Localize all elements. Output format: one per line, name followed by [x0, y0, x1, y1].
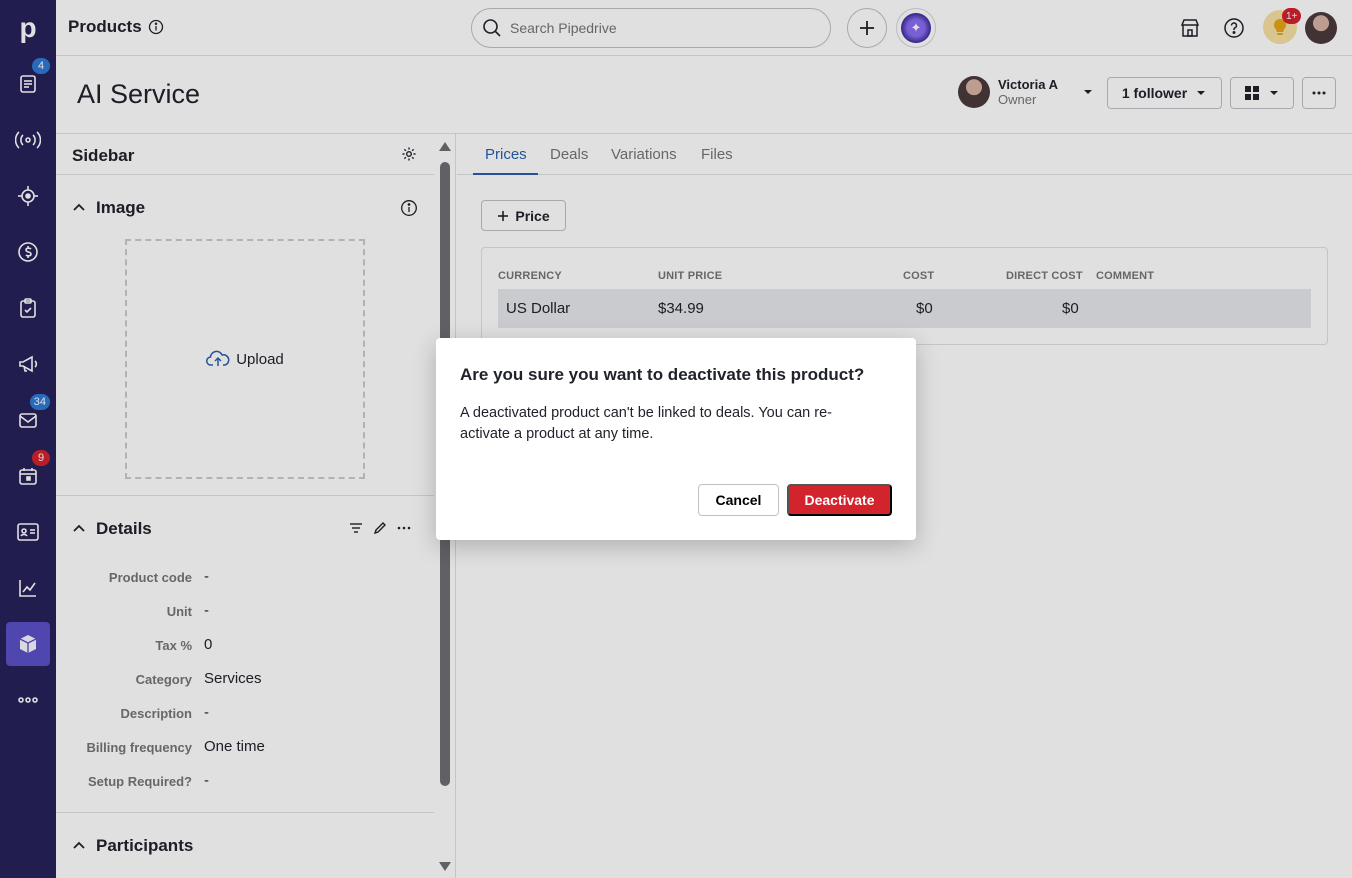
cancel-button[interactable]: Cancel: [698, 484, 779, 516]
modal-title: Are you sure you want to deactivate this…: [460, 365, 865, 384]
modal-body: A deactivated product can't be linked to…: [460, 405, 832, 442]
deactivate-button[interactable]: Deactivate: [787, 484, 892, 516]
deactivate-confirm-dialog: Are you sure you want to deactivate this…: [436, 338, 916, 540]
